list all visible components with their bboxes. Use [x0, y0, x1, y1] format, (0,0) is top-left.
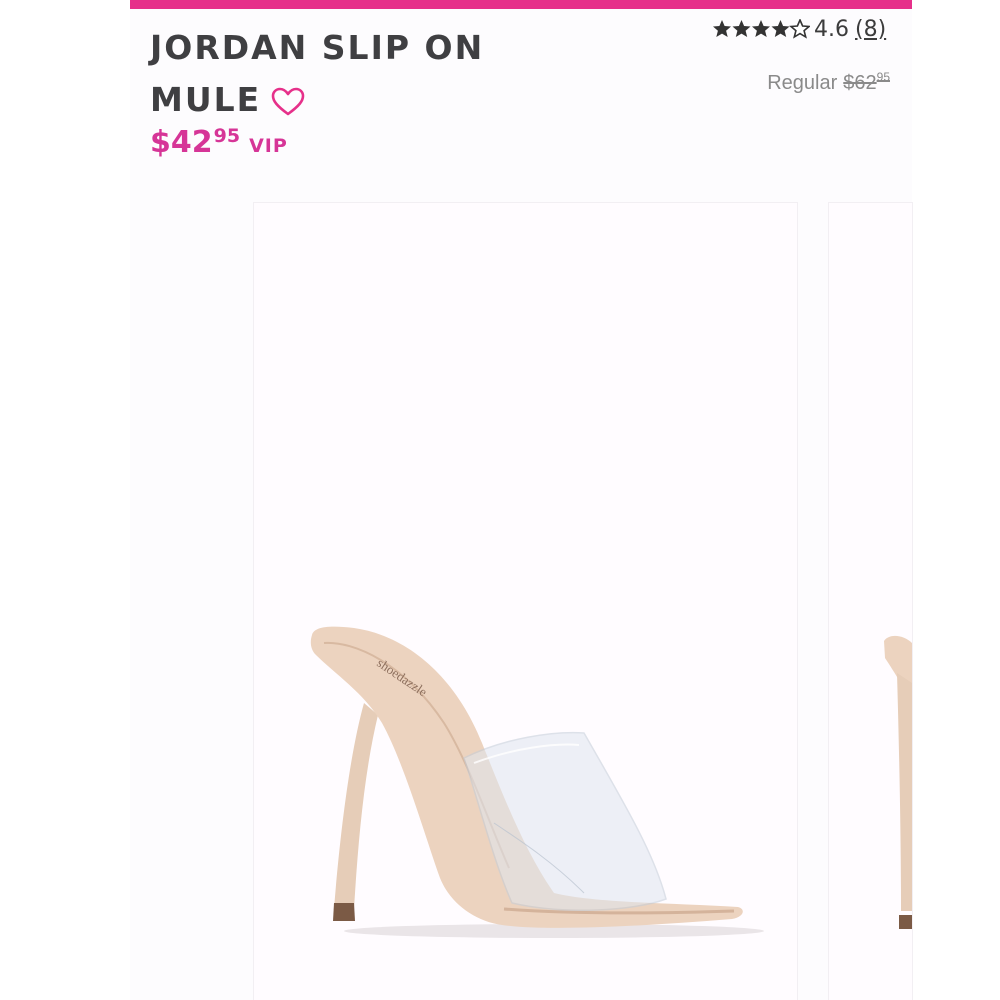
product-image-shoe: shoedazzle: [310, 626, 764, 938]
regular-price-dollars: $62: [843, 72, 877, 94]
heart-icon[interactable]: [271, 87, 305, 117]
star-icon-4: [771, 20, 790, 37]
title-line-2-text: MULE: [150, 80, 262, 119]
regular-price-old: $6295: [843, 70, 890, 94]
price-cents: 95: [213, 125, 241, 147]
star-icon-3: [752, 20, 770, 37]
product-image-shoe-partial: [884, 635, 912, 929]
rating: 4.6 (8): [712, 16, 886, 42]
vip-price: $4295 VIP: [150, 125, 288, 160]
title-line-1: JORDAN SLIP ON: [150, 28, 485, 67]
star-icon-5: [790, 19, 810, 38]
review-count-link[interactable]: (8): [855, 17, 886, 42]
heel-tip: [333, 903, 355, 921]
rating-value: 4.6: [814, 16, 849, 42]
star-icon-1: [713, 20, 731, 37]
star-rating-icons: [713, 19, 810, 38]
regular-price-label: Regular: [767, 72, 838, 94]
regular-price: Regular $6295: [767, 70, 890, 95]
price-tag-vip: VIP: [249, 135, 288, 157]
product-page: JORDAN SLIP ON MULE $4295 VIP 4.6 (8) Regu…: [0, 0, 1000, 1000]
product-image-card[interactable]: shoedazzle: [254, 203, 797, 1000]
price-dollars: $42: [150, 125, 213, 160]
product-title: JORDAN SLIP ON MULE: [150, 22, 570, 126]
star-icon-2: [732, 20, 751, 37]
product-image-card-next[interactable]: [829, 203, 912, 1000]
top-accent-bar: [130, 0, 912, 9]
regular-price-cents: 95: [876, 70, 890, 84]
title-line-2: MULE: [150, 74, 570, 126]
